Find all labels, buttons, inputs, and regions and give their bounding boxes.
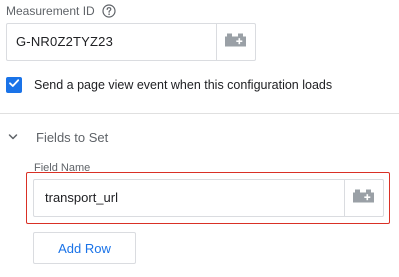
pageview-checkbox[interactable] bbox=[6, 77, 22, 93]
fields-to-set-title: Fields to Set bbox=[36, 129, 109, 145]
fields-to-set-toggle[interactable]: Fields to Set bbox=[6, 128, 108, 146]
variable-brick-icon bbox=[353, 189, 375, 208]
variable-brick-icon bbox=[225, 33, 247, 52]
checkmark-icon bbox=[8, 76, 20, 94]
field-name-row[interactable]: transport_url bbox=[33, 179, 384, 217]
measurement-id-input[interactable]: G-NR0Z2TYZ23 bbox=[7, 24, 216, 60]
pageview-checkbox-label: Send a page view event when this configu… bbox=[34, 78, 333, 92]
measurement-id-field[interactable]: G-NR0Z2TYZ23 bbox=[6, 23, 256, 61]
section-divider bbox=[0, 113, 399, 114]
measurement-id-label: Measurement ID bbox=[6, 4, 95, 18]
add-row-button[interactable]: Add Row bbox=[33, 232, 136, 264]
chevron-down-icon bbox=[6, 130, 20, 144]
help-icon[interactable] bbox=[102, 4, 116, 18]
measurement-id-label-row: Measurement ID bbox=[6, 3, 116, 19]
field-name-input[interactable]: transport_url bbox=[34, 180, 344, 216]
field-name-variable-button[interactable] bbox=[344, 180, 383, 216]
measurement-id-variable-button[interactable] bbox=[216, 24, 255, 60]
